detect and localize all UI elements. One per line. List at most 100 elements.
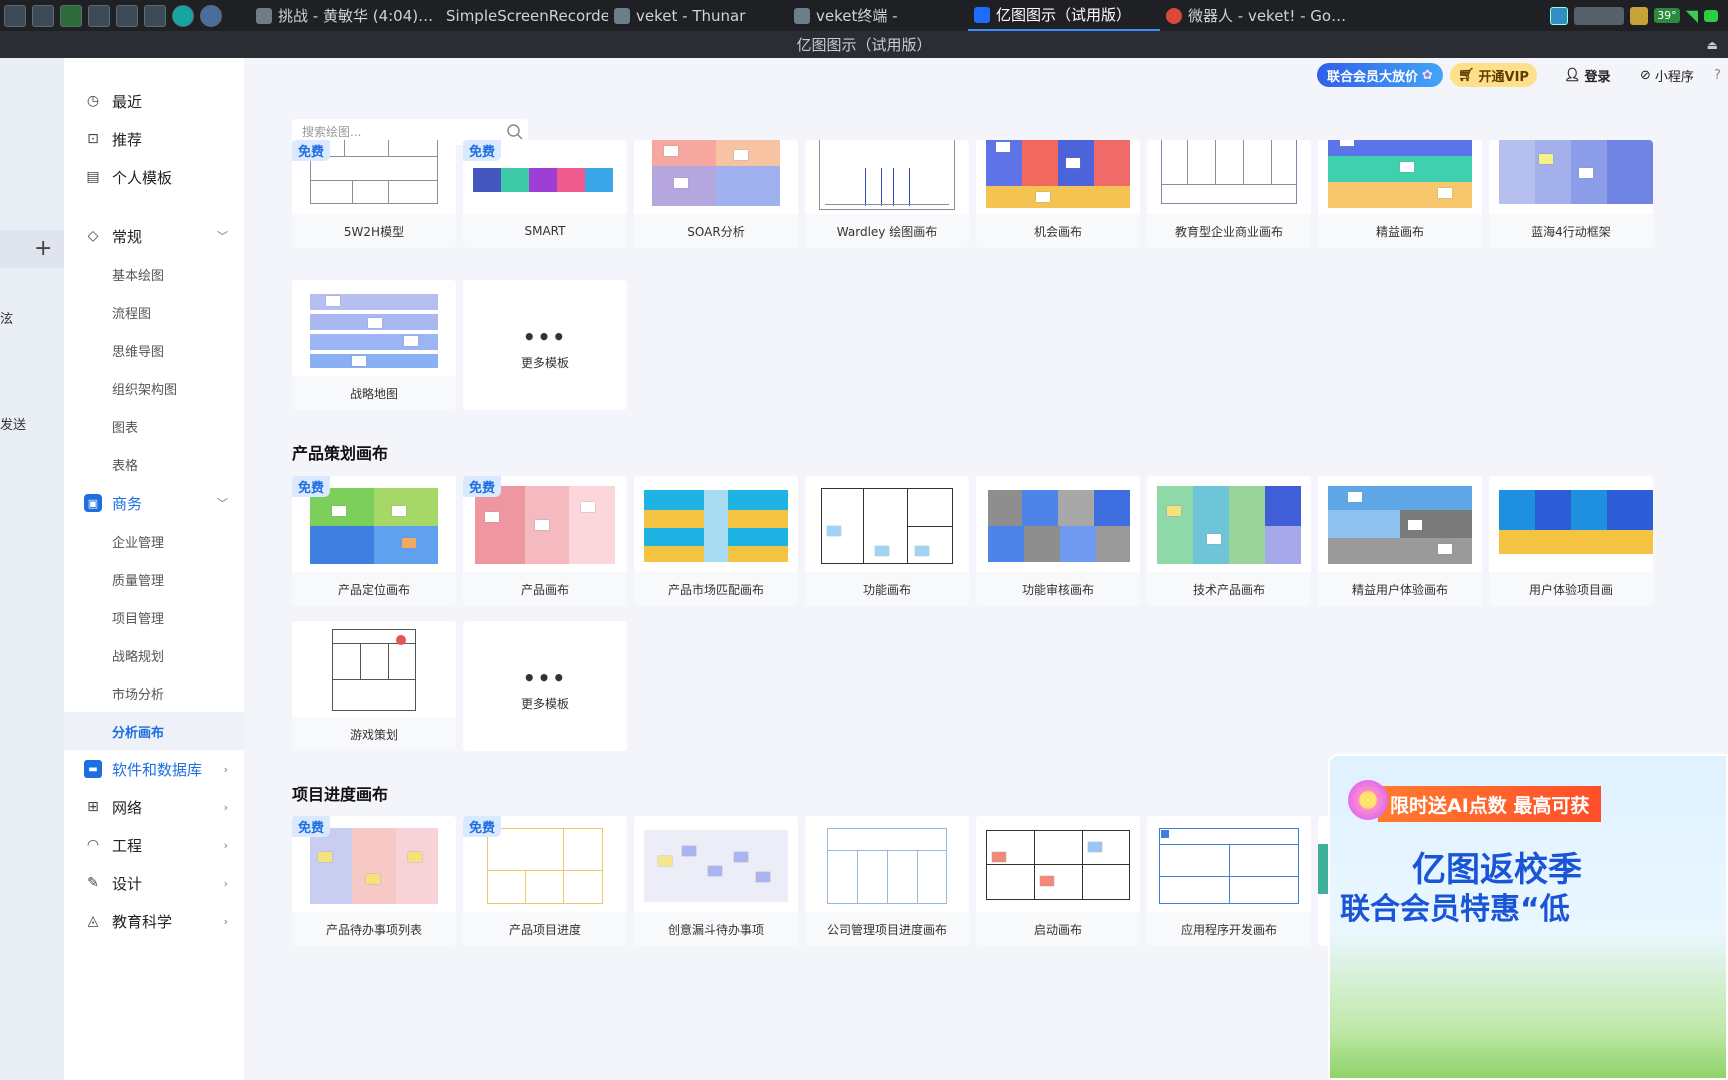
- system-monitor-icon[interactable]: [4, 4, 26, 27]
- printer-icon[interactable]: [116, 4, 138, 27]
- terminal-icon[interactable]: [88, 4, 110, 27]
- template-card-product-backlog[interactable]: 免费 产品待办事项列表: [292, 816, 456, 946]
- template-name: 用户体验项目画: [1489, 572, 1653, 606]
- template-card-edu-business[interactable]: 教育型企业商业画布: [1147, 140, 1311, 248]
- more-templates-card[interactable]: ••• 更多模板: [463, 621, 627, 751]
- taskbar-task-recorder[interactable]: SimpleScreenRecorder: [440, 0, 608, 31]
- search-icon[interactable]: [506, 123, 524, 141]
- login-button[interactable]: 👤︎ 登录: [1564, 63, 1611, 87]
- recommend-icon: ⊡: [87, 131, 99, 147]
- wifi-icon[interactable]: ◥: [1686, 6, 1698, 25]
- window-menu-icon[interactable]: ⏏: [1707, 38, 1718, 52]
- template-card-ux-project[interactable]: 用户体验项目画: [1489, 476, 1653, 606]
- play-icon[interactable]: [60, 4, 82, 27]
- member-promo-button[interactable]: 联合会员大放价 ✿: [1317, 63, 1443, 87]
- template-card-soar[interactable]: SOAR分析: [634, 140, 798, 248]
- nav-general[interactable]: ◇ 常规 ﹀: [64, 217, 244, 255]
- free-badge: 免费: [463, 140, 502, 161]
- desktop-preview-icon[interactable]: [1550, 6, 1569, 25]
- chrome-icon: [1166, 7, 1182, 24]
- mini-program-link[interactable]: ⊘ 小程序: [1640, 63, 1694, 87]
- taskbar-task-terminal[interactable]: veket终端 -: [788, 0, 968, 31]
- chevron-right-icon: ›: [223, 800, 228, 814]
- clock-icon: ◷: [86, 93, 100, 109]
- template-name: 功能审核画布: [976, 572, 1140, 606]
- template-card-5w2h[interactable]: 免费 5W2H模型: [292, 140, 456, 248]
- taskbar-task-browser[interactable]: 微器人 - veket! - Go…: [1160, 0, 1350, 31]
- app-check-icon[interactable]: [172, 4, 194, 27]
- template-name: 产品待办事项列表: [292, 912, 456, 946]
- sub-quality-mgmt[interactable]: 质量管理: [64, 560, 244, 598]
- nav-design[interactable]: ✎ 设计 ›: [64, 864, 244, 902]
- nav-recent[interactable]: ◷ 最近: [64, 82, 244, 120]
- template-card-strategy-map[interactable]: 战略地图: [292, 280, 456, 410]
- template-thumbnail: [634, 140, 798, 214]
- clipboard-icon[interactable]: [1630, 6, 1649, 25]
- new-file-row[interactable]: [0, 230, 64, 268]
- left-panel-strip: + 泫 发送: [0, 58, 64, 1080]
- sub-analysis-canvas[interactable]: 分析画布: [64, 712, 244, 750]
- plus-icon[interactable]: +: [34, 236, 52, 261]
- nav-education[interactable]: ◬ 教育科学 ›: [64, 902, 244, 940]
- template-card-smart[interactable]: 免费 SMART: [463, 140, 627, 248]
- template-card-app-dev[interactable]: 应用程序开发画布: [1147, 816, 1311, 946]
- template-card-product-canvas[interactable]: 免费 产品画布: [463, 476, 627, 606]
- template-card-blue-ocean[interactable]: 蓝海4行动框架: [1489, 140, 1653, 248]
- sub-flowchart[interactable]: 流程图: [64, 293, 244, 331]
- template-card-company-project[interactable]: 公司管理项目进度画布: [805, 816, 969, 946]
- taskbar-task-thunar[interactable]: veket - Thunar: [608, 0, 788, 31]
- taskbar-task-edraw[interactable]: 亿图图示（试用版）: [968, 0, 1160, 31]
- nav-recommend[interactable]: ⊡ 推荐: [64, 120, 244, 158]
- chevron-right-icon: ›: [223, 914, 228, 928]
- battery-icon[interactable]: [1704, 9, 1718, 22]
- template-card-wardley[interactable]: Wardley 绘图画布: [805, 140, 969, 248]
- globe-icon[interactable]: [200, 4, 222, 27]
- taskbar-task-music[interactable]: 挑战 - 黄敏华 (4:04)…: [250, 0, 440, 31]
- template-name: 技术产品画布: [1147, 572, 1311, 606]
- settings-gear-icon[interactable]: [32, 4, 54, 27]
- template-name: 产品定位画布: [292, 572, 456, 606]
- template-card-kickoff[interactable]: 启动画布: [976, 816, 1140, 946]
- sub-table[interactable]: 表格: [64, 445, 244, 483]
- nav-software-db[interactable]: ▬ 软件和数据库 ›: [64, 750, 244, 788]
- template-card-game-design[interactable]: 游戏策划: [292, 621, 456, 751]
- promo-popup[interactable]: 限时送AI点数 最高可获 亿图返校季 联合会员特惠“低: [1328, 754, 1728, 1080]
- sub-project-mgmt[interactable]: 项目管理: [64, 598, 244, 636]
- template-card-opportunity[interactable]: 机会画布: [976, 140, 1140, 248]
- template-card-feature-audit[interactable]: 功能审核画布: [976, 476, 1140, 606]
- flower-icon: ✿: [1422, 67, 1433, 83]
- sub-enterprise-mgmt[interactable]: 企业管理: [64, 522, 244, 560]
- sub-org-chart[interactable]: 组织架构图: [64, 369, 244, 407]
- sub-chart[interactable]: 图表: [64, 407, 244, 445]
- template-name: 功能画布: [805, 572, 969, 606]
- template-thumbnail: [976, 816, 1140, 912]
- more-templates-card[interactable]: ••• 更多模板: [463, 280, 627, 410]
- template-card-product-progress[interactable]: 免费 产品项目进度: [463, 816, 627, 946]
- mini-program-icon: ⊘: [1640, 67, 1651, 83]
- sub-basic-drawing[interactable]: 基本绘图: [64, 255, 244, 293]
- open-vip-button[interactable]: 🛒︎ 开通VIP: [1450, 63, 1537, 87]
- screenshot-icon[interactable]: [144, 4, 166, 27]
- nav-engineering[interactable]: ◠ 工程 ›: [64, 826, 244, 864]
- template-card-tech-product[interactable]: 技术产品画布: [1147, 476, 1311, 606]
- search-input[interactable]: [302, 125, 492, 139]
- template-card-feature-canvas[interactable]: 功能画布: [805, 476, 969, 606]
- template-card-product-market-fit[interactable]: 产品市场匹配画布: [634, 476, 798, 606]
- template-name: 产品画布: [463, 572, 627, 606]
- sub-market-analysis[interactable]: 市场分析: [64, 674, 244, 712]
- template-name: 5W2H模型: [292, 214, 456, 248]
- sub-strategy[interactable]: 战略规划: [64, 636, 244, 674]
- sub-mindmap[interactable]: 思维导图: [64, 331, 244, 369]
- flower-icon: [1348, 780, 1388, 820]
- nav-network[interactable]: ⊞ 网络 ›: [64, 788, 244, 826]
- template-card-idea-funnel[interactable]: 创意漏斗待办事项: [634, 816, 798, 946]
- template-card-lean-ux[interactable]: 精益用户体验画布: [1318, 476, 1482, 606]
- nav-personal-templates[interactable]: ▤ 个人模板: [64, 158, 244, 196]
- template-thumbnail: [805, 816, 969, 912]
- template-card-product-positioning[interactable]: 免费 产品定位画布: [292, 476, 456, 606]
- business-icon: ▣: [84, 494, 102, 512]
- window-preview-icon[interactable]: [1574, 6, 1625, 25]
- template-card-lean[interactable]: 精益画布: [1318, 140, 1482, 248]
- help-icon[interactable]: ?: [1714, 63, 1721, 87]
- nav-business[interactable]: ▣ 商务 ﹀: [64, 484, 244, 522]
